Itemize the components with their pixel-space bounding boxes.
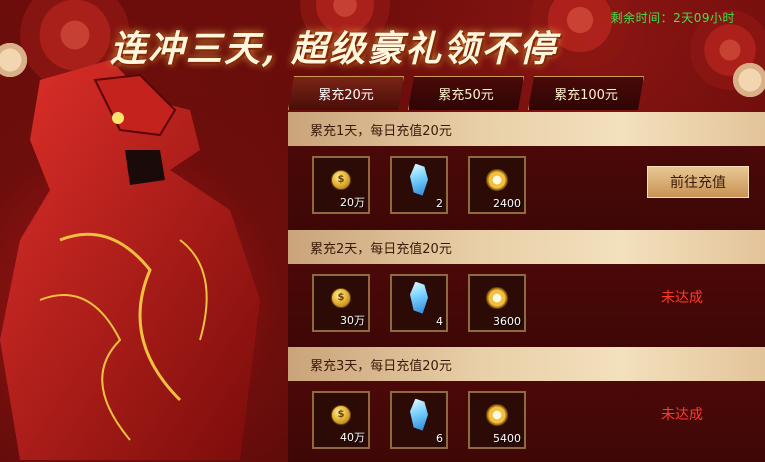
reward-slot-coin[interactable]: $ 20万 — [312, 156, 370, 214]
medal-icon — [486, 286, 508, 309]
gem-icon — [410, 281, 428, 314]
reward-quantity: 3600 — [493, 315, 521, 328]
reward-row-heading: 累充1天，每日充值20元 — [288, 112, 765, 146]
tab-recharge-20[interactable]: 累充20元 — [288, 76, 404, 110]
reward-slot-coin[interactable]: $ 30万 — [312, 274, 370, 332]
reward-slot-gem[interactable]: 6 — [390, 391, 448, 449]
gem-icon — [410, 163, 428, 196]
medal-icon — [486, 403, 508, 426]
reward-quantity: 2 — [436, 197, 443, 210]
rewards-panel: 累充1天，每日充值20元 $ 20万 2 2400 前往充值 累充2天，每日充值… — [288, 112, 765, 462]
go-recharge-button[interactable]: 前往充值 — [647, 166, 749, 198]
status-not-achieved: 未达成 — [661, 407, 703, 423]
gem-icon — [410, 398, 428, 431]
reward-quantity: 40万 — [340, 431, 365, 444]
coin-icon: $ — [331, 169, 351, 190]
reward-row: $ 30万 4 3600 未达成 — [288, 264, 765, 346]
reward-row: $ 20万 2 2400 前往充值 — [288, 146, 765, 228]
reward-row: $ 40万 6 5400 未达成 — [288, 381, 765, 462]
reward-quantity: 4 — [436, 315, 443, 328]
reward-quantity: 30万 — [340, 314, 365, 327]
reward-quantity: 6 — [436, 432, 443, 445]
reward-row-heading: 累充3天，每日充值20元 — [288, 347, 765, 381]
reward-row-heading: 累充2天，每日充值20元 — [288, 230, 765, 264]
hero-artwork — [0, 60, 260, 460]
tab-recharge-100[interactable]: 累充100元 — [528, 76, 644, 110]
reward-slot-medal[interactable]: 3600 — [468, 274, 526, 332]
reward-slot-medal[interactable]: 2400 — [468, 156, 526, 214]
reward-slot-medal[interactable]: 5400 — [468, 391, 526, 449]
coin-icon: $ — [331, 287, 351, 308]
reward-slot-coin[interactable]: $ 40万 — [312, 391, 370, 449]
reward-slot-gem[interactable]: 2 — [390, 156, 448, 214]
medal-icon — [486, 168, 508, 191]
tab-recharge-50[interactable]: 累充50元 — [408, 76, 524, 110]
reward-quantity: 5400 — [493, 432, 521, 445]
cloud-decoration — [730, 60, 765, 100]
event-title: 连冲三天, 超级豪礼领不停 — [110, 28, 558, 70]
reward-quantity: 20万 — [340, 196, 365, 209]
status-not-achieved: 未达成 — [661, 290, 703, 306]
coin-icon: $ — [331, 404, 351, 425]
reward-slot-gem[interactable]: 4 — [390, 274, 448, 332]
reward-quantity: 2400 — [493, 197, 521, 210]
